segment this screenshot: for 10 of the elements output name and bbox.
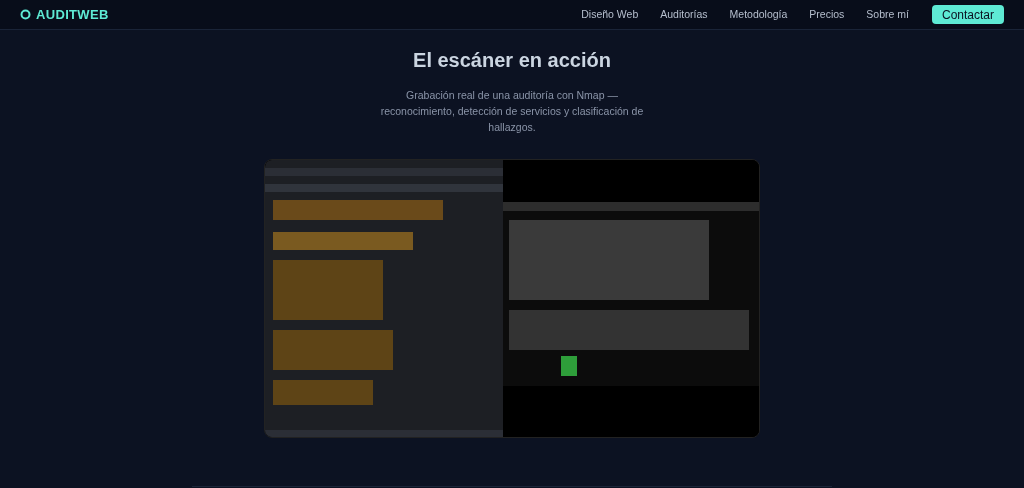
logo-icon [20,9,31,20]
nav-link[interactable]: Sobre mí [866,6,909,23]
contact-button[interactable]: Contactar [931,5,1004,24]
section-title: El escáner en acción [413,48,611,73]
nav-link[interactable]: Metodología [729,6,788,23]
nav-link[interactable]: Diseño Web [581,6,639,23]
logo[interactable]: AUDITWEB [36,4,109,25]
nav-link[interactable]: Precios [809,6,845,23]
section-subtitle: Grabación real de una auditoría con Nmap — reconocimiento, detección de servicios y clasificación de hallazgos. [379,88,645,135]
nav-link[interactable]: Auditorías [660,6,708,23]
